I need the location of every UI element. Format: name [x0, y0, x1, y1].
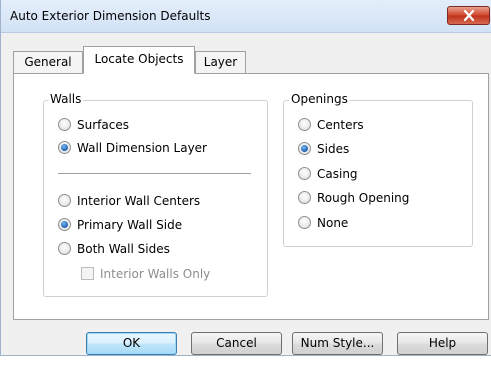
- option-label: Rough Opening: [317, 191, 410, 205]
- walls-group-label: Walls: [48, 92, 84, 106]
- openings-group: [283, 100, 473, 247]
- option-label: Casing: [317, 167, 358, 181]
- help-button[interactable]: Help: [397, 332, 488, 355]
- close-icon: [463, 10, 475, 21]
- radio-selected-icon: [298, 142, 311, 155]
- radio-icon: [58, 118, 71, 131]
- radio-icon: [298, 167, 311, 180]
- title-bar[interactable]: Auto Exterior Dimension Defaults: [1, 0, 491, 33]
- tab-locate-objects[interactable]: Locate Objects: [83, 46, 195, 74]
- window-title: Auto Exterior Dimension Defaults: [10, 9, 211, 23]
- option-label: Surfaces: [77, 118, 129, 132]
- radio-icon: [58, 194, 71, 207]
- option-label: Sides: [317, 142, 350, 156]
- dialog-window: Auto Exterior Dimension Defaults General…: [0, 0, 491, 356]
- option-label: Interior Walls Only: [100, 267, 211, 281]
- ok-button[interactable]: OK: [86, 332, 177, 355]
- openings-group-label: Openings: [289, 92, 350, 106]
- num-style-button[interactable]: Num Style...: [292, 332, 383, 355]
- option-label: Primary Wall Side: [77, 218, 183, 232]
- radio-icon: [298, 216, 311, 229]
- option-label: Both Wall Sides: [77, 242, 170, 256]
- radio-icon: [298, 191, 311, 204]
- cancel-button[interactable]: Cancel: [191, 332, 282, 355]
- close-button[interactable]: [447, 6, 490, 25]
- option-label: Interior Wall Centers: [77, 194, 201, 208]
- radio-selected-icon: [58, 218, 71, 231]
- radio-selected-icon: [58, 141, 71, 154]
- option-label: None: [317, 216, 349, 230]
- walls-separator: [58, 173, 251, 174]
- radio-icon: [58, 242, 71, 255]
- option-label: Wall Dimension Layer: [77, 141, 207, 155]
- tab-general[interactable]: General: [13, 51, 83, 73]
- tab-layer[interactable]: Layer: [195, 51, 246, 73]
- radio-icon: [298, 118, 311, 131]
- checkbox-icon: [81, 267, 94, 280]
- option-label: Centers: [317, 118, 364, 132]
